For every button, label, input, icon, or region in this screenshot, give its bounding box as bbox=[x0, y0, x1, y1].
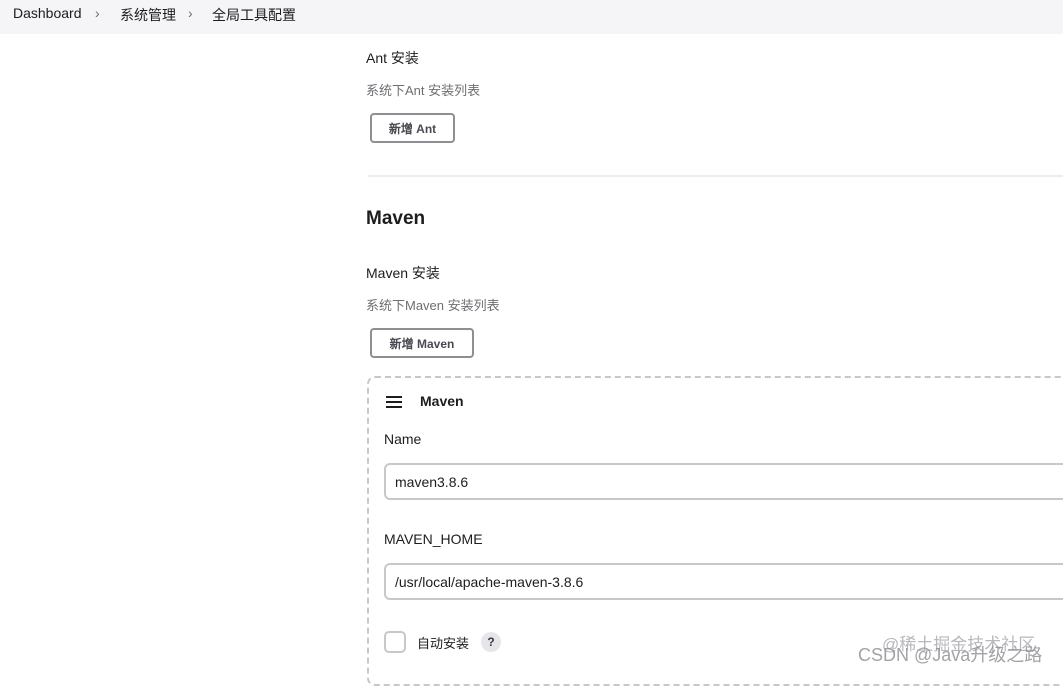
breadcrumb-global-tool-config[interactable]: 全局工具配置 bbox=[212, 5, 296, 25]
auto-install-label: 自动安装 bbox=[417, 636, 470, 651]
name-field-label: Name bbox=[384, 431, 422, 447]
auto-install-checkbox[interactable] bbox=[384, 631, 406, 653]
ant-install-label: Ant 安装 bbox=[366, 50, 419, 66]
ant-install-description: 系统下Ant 安装列表 bbox=[366, 83, 481, 98]
maven-install-description: 系统下Maven 安装列表 bbox=[366, 298, 500, 313]
breadcrumb-system-management[interactable]: 系统管理 bbox=[120, 5, 176, 25]
breadcrumb: Dashboard › 系统管理 › 全局工具配置 bbox=[0, 0, 1063, 34]
add-maven-button[interactable]: 新增 Maven bbox=[370, 328, 474, 358]
chevron-right-icon: › bbox=[188, 5, 193, 21]
add-ant-button[interactable]: 新增 Ant bbox=[370, 113, 455, 143]
maven-card-title: Maven bbox=[420, 393, 464, 409]
section-divider bbox=[368, 175, 1063, 177]
maven-install-label: Maven 安装 bbox=[366, 265, 440, 281]
help-icon[interactable]: ? bbox=[481, 632, 501, 652]
breadcrumb-dashboard[interactable]: Dashboard bbox=[13, 5, 82, 21]
maven-home-field-label: MAVEN_HOME bbox=[384, 531, 483, 547]
drag-handle-icon[interactable] bbox=[386, 396, 402, 408]
chevron-right-icon: › bbox=[95, 5, 100, 21]
maven-home-input[interactable] bbox=[384, 563, 1063, 600]
watermark-csdn: CSDN @Java升级之路 bbox=[858, 645, 1043, 665]
maven-section-title: Maven bbox=[366, 208, 426, 229]
name-input[interactable] bbox=[384, 463, 1063, 500]
